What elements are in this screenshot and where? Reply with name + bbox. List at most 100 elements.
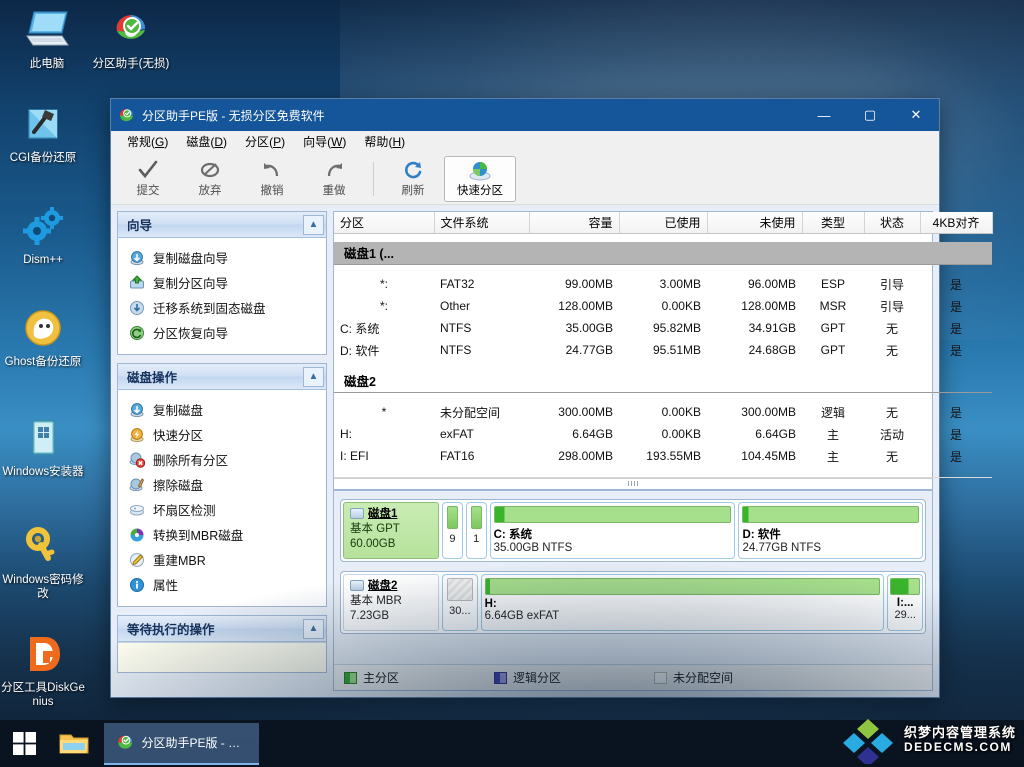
toolbar-quick-partition-button[interactable]: 快速分区 [444,155,516,202]
disk-map-2[interactable]: 磁盘2 基本 MBR 7.23GB 30... H: 6.64GB exFAT [340,570,926,634]
toolbar-label: 提交 [136,185,160,197]
column-header-unused[interactable]: 未使用 [707,212,803,234]
disk-map-unallocated[interactable]: 30... [442,573,478,631]
cell-partition: *: [379,299,388,313]
partition-assistant-icon [120,108,133,121]
menu-disk[interactable]: 磁盘(D) [178,131,235,152]
menu-partition[interactable]: 分区(P) [237,131,293,152]
disk-group-header-1[interactable]: 磁盘1 (... [334,242,992,265]
wipe-disk-icon [128,476,145,493]
sidebar-item-quick-partition[interactable]: 快速分区 [122,422,322,447]
table-row[interactable]: *: FAT32 99.00MB 3.00MB 96.00MB ESP 引导 是 [334,273,992,295]
cell-align: 是 [949,343,962,358]
sidebar-item-convert-to-mbr[interactable]: 转换到MBR磁盘 [122,522,322,547]
desktop-icon-windows-password[interactable]: Windows密码修改 [0,522,86,601]
toolbar-redo-button[interactable]: 重做 [303,156,365,202]
main-panel: 分区 文件系统 容量 已使用 未使用 类型 状态 4KB对齐 磁盘1 (... … [333,211,993,691]
ghost-icon [0,304,86,352]
sidebar-item-migrate-os[interactable]: 迁移系统到固态磁盘 [122,295,322,320]
sidebar-group-header[interactable]: 等待执行的操作 ▲ [118,616,326,642]
taskbar-file-explorer[interactable] [48,720,100,767]
disk-map-partition-d[interactable]: D: 软件 24.77GB NTFS [738,501,924,559]
maximize-button[interactable]: ▢ [847,100,893,131]
disk-map-name: 磁盘1 [350,507,432,522]
desktop-icon-partition-assistant[interactable]: 分区助手(无损) [88,6,174,71]
partition-size: 30... [449,604,471,617]
window-titlebar[interactable]: 分区助手PE版 - 无损分区免费软件 — ▢ ✕ [111,99,939,131]
cell-partition: * [381,405,387,419]
desktop-icon-cgi-backup[interactable]: CGI备份还原 [0,100,86,165]
close-button[interactable]: ✕ [893,100,939,131]
usage-gauge [470,505,482,529]
sidebar-item-copy-partition-wizard[interactable]: 复制分区向导 [122,270,322,295]
toolbar-discard-button[interactable]: 放弃 [179,156,241,202]
table-row[interactable]: D: 软件 NTFS 24.77GB 95.51MB 24.68GB GPT 无… [334,339,992,361]
column-header-partition[interactable]: 分区 [334,212,435,234]
sidebar-group-header[interactable]: 向导 ▲ [118,212,326,238]
column-header-status[interactable]: 状态 [864,212,921,234]
cell-capacity: 99.00MB [564,277,613,291]
menu-general[interactable]: 常规(G) [119,131,176,152]
disk-map-partition-h[interactable]: H: 6.64GB exFAT [480,573,885,631]
sidebar-group-title: 向导 [127,219,153,233]
disk-map-partition[interactable]: 1 [465,501,487,559]
minimize-button[interactable]: — [801,100,847,131]
partition-assistant-icon [118,735,133,749]
sidebar-item-properties[interactable]: 属性 [122,572,322,597]
sidebar-item-copy-disk[interactable]: 复制磁盘 [122,397,322,422]
column-header-capacity[interactable]: 容量 [529,212,620,234]
desktop-icon-diskgenius[interactable]: 分区工具DiskGenius [0,630,86,709]
sidebar-item-partition-recovery-wizard[interactable]: 分区恢复向导 [122,320,322,345]
taskbar-window-button[interactable]: 分区助手PE版 - 无... [104,722,259,765]
table-row[interactable]: H: exFAT 6.64GB 0.00KB 6.64GB 主 活动 是 [334,423,992,445]
menu-wizard[interactable]: 向导(W) [295,131,354,152]
cell-filesystem: Other [440,299,471,313]
sidebar: 向导 ▲ 复制磁盘向导 复制分区向导 迁移系统到固态磁盘 分区恢复向导 磁盘操作… [117,211,327,691]
table-row[interactable]: I: EFI FAT16 298.00MB 193.55MB 104.45MB … [334,445,992,467]
table-row[interactable]: C: 系统 NTFS 35.00GB 95.82MB 34.91GB GPT 无… [334,317,992,339]
column-header-used[interactable]: 已使用 [619,212,708,234]
cell-unused: 34.91GB [748,321,796,335]
toolbar-commit-button[interactable]: 提交 [117,156,179,202]
desktop-icon-computer[interactable]: 此电脑 [4,6,90,71]
toolbar-undo-button[interactable]: 撤销 [241,156,303,202]
table-row[interactable]: * 未分配空间 300.00MB 0.00KB 300.00MB 逻辑 无 是 [334,401,992,423]
toolbar-label: 放弃 [198,185,222,197]
menu-help[interactable]: 帮助(H) [356,131,413,152]
cell-type: 主 [826,449,839,464]
disk-map-partition-c[interactable]: C: 系统 35.00GB NTFS [489,501,736,559]
toolbar-refresh-button[interactable]: 刷新 [382,156,444,202]
table-row[interactable]: *: Other 128.00MB 0.00KB 128.00MB MSR 引导… [334,295,992,317]
sidebar-item-rebuild-mbr[interactable]: 重建MBR [122,547,322,572]
sidebar-item-bad-sector-check[interactable]: 坏扇区检测 [122,497,322,522]
desktop-icon-windows-installer[interactable]: Windows安装器 [0,414,86,479]
sidebar-item-copy-disk-wizard[interactable]: 复制磁盘向导 [122,245,322,270]
partition-size: 1 [473,532,480,545]
column-header-4kb-align[interactable]: 4KB对齐 [920,212,993,234]
desktop-icon-dism[interactable]: Dism++ [0,202,86,267]
sidebar-item-wipe-disk[interactable]: 擦除磁盘 [122,472,322,497]
chevron-up-icon[interactable]: ▲ [303,214,324,235]
disk-map-partition-i[interactable]: I:... 29... [887,573,923,631]
disk-map-1[interactable]: 磁盘1 基本 GPT 60.00GB 9 1 C: 系统 35.00GB NTF… [340,498,926,562]
disk-map-partition[interactable]: 9 [442,501,463,559]
cell-type: 主 [826,427,839,442]
menubar: 常规(G) 磁盘(D) 分区(P) 向导(W) 帮助(H) [111,131,939,153]
cell-unused: 128.00MB [741,299,796,313]
column-header-type[interactable]: 类型 [802,212,865,234]
discard-icon [199,159,221,181]
chevron-up-icon[interactable]: ▲ [303,618,324,639]
cell-type: 逻辑 [820,405,845,420]
chevron-up-icon[interactable]: ▲ [303,366,324,387]
cell-status: 无 [885,321,898,336]
sidebar-group-header[interactable]: 磁盘操作 ▲ [118,364,326,390]
sidebar-item-delete-all-partitions[interactable]: 删除所有分区 [122,447,322,472]
column-header-filesystem[interactable]: 文件系统 [434,212,530,234]
usage-gauge [890,577,921,595]
sidebar-item-label: 快速分区 [153,429,204,443]
start-button[interactable] [0,720,48,767]
copy-partition-icon [128,274,145,291]
disk-group-header-2[interactable]: 磁盘2 [334,370,992,393]
splitter-handle[interactable] [334,477,932,489]
desktop-icon-ghost-backup[interactable]: Ghost备份还原 [0,304,86,369]
